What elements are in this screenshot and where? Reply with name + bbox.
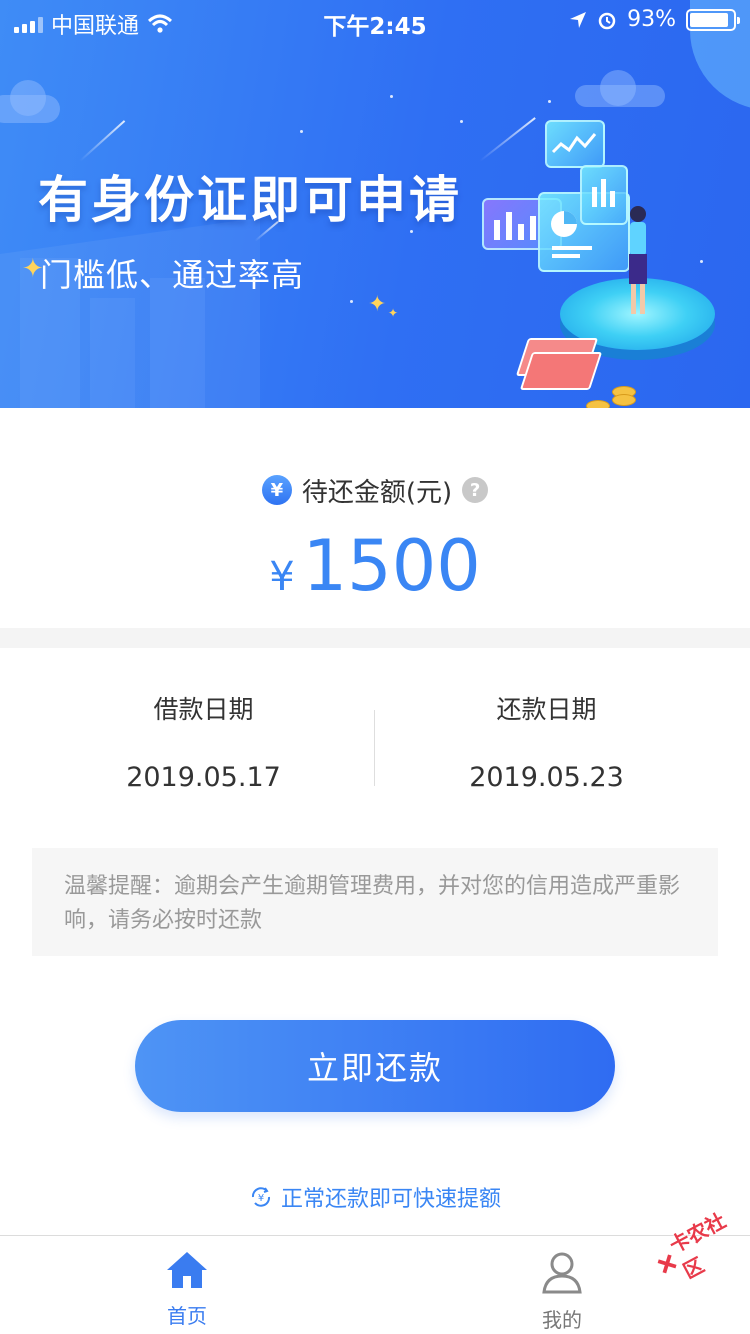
person-figure (629, 206, 647, 314)
battery-icon (686, 8, 740, 31)
borrow-date-label: 借款日期 (153, 695, 254, 724)
user-icon (542, 1252, 582, 1294)
repay-now-label: 立即还款 (306, 1049, 443, 1087)
promo-banner[interactable]: 有身份证即可申请 ✦ 门槛低、通过率高 ✦ ✦ (0, 0, 750, 408)
amount-value: 1500 (302, 525, 481, 607)
repay-now-button[interactable]: 立即还款 (135, 1020, 615, 1112)
home-icon (167, 1252, 207, 1288)
repay-date-value: 2019.05.23 (469, 762, 624, 793)
tab-mine[interactable]: 我的 (502, 1250, 622, 1333)
sparkle-icon: ✦ (368, 292, 387, 317)
borrow-date-block: 借款日期 2019.05.17 (16, 690, 391, 793)
banner-title: 有身份证即可申请 (38, 171, 462, 229)
reminder-box: 温馨提醒：逾期会产生逾期管理费用，并对您的信用造成严重影响，请务必按时还款 (32, 848, 718, 956)
borrow-date-value: 2019.05.17 (126, 762, 281, 793)
status-bar: 中国联通 下午2:45 93% (0, 0, 750, 40)
star (300, 130, 303, 133)
money-stack (515, 338, 603, 394)
banner-subtitle: 门槛低、通过率高 (40, 256, 305, 294)
credit-boost-tip[interactable]: ¥ 正常还款即可快速提额 (0, 1180, 750, 1214)
banner-building (150, 278, 205, 408)
cloud (10, 80, 46, 116)
yen-icon: ¥ (261, 475, 292, 505)
tab-home-label: 首页 (167, 1304, 207, 1328)
svg-text:¥: ¥ (258, 1193, 264, 1204)
meteor (79, 120, 126, 162)
repay-date-block: 还款日期 2019.05.23 (359, 690, 734, 793)
tab-mine-label: 我的 (542, 1308, 582, 1332)
banner-building (90, 298, 135, 408)
section-divider (0, 628, 750, 648)
amount-display: ¥ 1500 (0, 525, 750, 607)
alarm-icon (598, 12, 616, 29)
amount-label: 待还金额(元) (301, 477, 453, 508)
amount-label-row: ¥ 待还金额(元) ? (0, 470, 750, 510)
coin (612, 394, 636, 406)
amount-currency: ¥ (269, 554, 295, 600)
refresh-yen-icon: ¥ (251, 1187, 270, 1207)
chart-panel (545, 120, 605, 168)
battery-percent: 93% (627, 7, 676, 32)
star (548, 100, 551, 103)
tab-bar: 首页 我的 (0, 1235, 750, 1334)
finance-illustration (470, 110, 750, 408)
tab-home[interactable]: 首页 (127, 1250, 247, 1329)
bill (519, 352, 603, 390)
location-icon (570, 11, 587, 28)
star (390, 95, 393, 98)
cloud (600, 70, 636, 106)
repay-date-label: 还款日期 (496, 695, 597, 724)
sparkle-icon: ✦ (388, 306, 399, 320)
star (460, 120, 463, 123)
star (350, 300, 353, 303)
line-chart-icon (551, 133, 597, 154)
coin (586, 400, 610, 408)
reminder-text: 温馨提醒：逾期会产生逾期管理费用，并对您的信用造成严重影响，请务必按时还款 (64, 874, 681, 933)
help-icon[interactable]: ? (462, 477, 489, 503)
tip-text: 正常还款即可快速提额 (280, 1187, 501, 1212)
